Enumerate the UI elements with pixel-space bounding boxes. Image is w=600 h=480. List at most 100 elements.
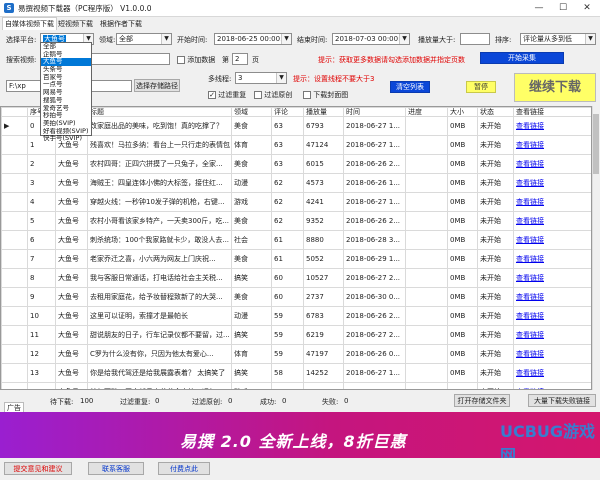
filter-orig-checkbox[interactable]: 过滤原创 [254, 90, 292, 100]
scrollbar-thumb[interactable] [593, 114, 599, 174]
table-cell: 0MB [447, 325, 478, 345]
dropdown-option[interactable]: 爱奇艺号 [41, 105, 91, 113]
table-row[interactable]: 4 大鱼号 穿越火线：一秒钟10发子弹的机枪，右键... 游戏 62 4241 2018-0… [1, 192, 591, 212]
table-row[interactable]: 10 大鱼号 这里可以证明，索撞才是最帕长 动漫 59 6783 2018-06-26 2.… [1, 306, 591, 326]
filter-dup-checkbox[interactable]: ✓ 过滤重复 [208, 90, 246, 100]
table-row[interactable]: 11 大鱼号 甜说朋友的日子，行车记录仪都不要留，过... 搞笑 59 6219 2018-… [1, 325, 591, 345]
view-link[interactable]: 查看链接 [513, 287, 591, 307]
table-cell: 0MB [447, 268, 478, 288]
table-cell: 未开始 [477, 230, 514, 250]
threads-select[interactable]: 3 ▼ [235, 72, 287, 84]
plays-input[interactable] [460, 33, 490, 45]
table-row[interactable]: 12 大鱼号 C罗为什么没有你，只因为他太有爱心... 体育 59 47197 2018-0… [1, 344, 591, 364]
domain-select[interactable]: 全部 ▼ [116, 33, 172, 45]
dropdown-option[interactable]: 网易号 [41, 89, 91, 97]
dropdown-option[interactable]: 好看视频(SVIP) [41, 128, 91, 136]
column-header[interactable]: 播放量 [303, 107, 344, 117]
column-header[interactable]: 时间 [343, 107, 406, 117]
view-link[interactable]: 查看链接 [513, 211, 591, 231]
start-time-picker[interactable]: 2018-06-25 00:00:00 ▼ [214, 33, 292, 45]
view-link[interactable]: 查看链接 [513, 306, 591, 326]
page-stepper[interactable]: 2 [232, 53, 248, 65]
dropdown-option[interactable]: 大鱼号 [41, 58, 91, 67]
view-link[interactable]: 查看链接 [513, 116, 591, 136]
resume-download-button[interactable]: 继续下载 [514, 73, 596, 102]
column-header[interactable]: 查看链接 [513, 107, 591, 117]
view-link[interactable]: 查看链接 [513, 135, 591, 155]
pause-button[interactable]: 暂停 [466, 81, 496, 93]
column-header[interactable] [1, 107, 28, 117]
dropdown-option[interactable]: 全部 [41, 43, 91, 51]
table-cell: C罗为什么没有你，只因为他太有爱心... [87, 344, 232, 364]
dropdown-option[interactable]: 美拍(SVIP) [41, 120, 91, 128]
tab-author-download[interactable]: 根据作者下载 [98, 18, 144, 30]
collect-tip: 提示：获取更多数据请勾选添加数据并指定页数 [318, 56, 465, 64]
table-cell [405, 154, 448, 174]
table-cell: 63 [271, 154, 304, 174]
tab-media-video[interactable]: 自媒体视频下载 [2, 17, 57, 30]
view-link[interactable]: 查看链接 [513, 154, 591, 174]
column-header[interactable]: 进度 [405, 107, 448, 117]
close-button[interactable]: ✕ [576, 1, 598, 16]
view-link[interactable]: 查看链接 [513, 230, 591, 250]
table-row[interactable]: 3 大鱼号 海贼王：四皇连体小佛的大标签，接住红... 动漫 62 4573 2018-06… [1, 173, 591, 193]
end-time-picker[interactable]: 2018-07-03 00:00:00 ▼ [332, 33, 410, 45]
dropdown-option[interactable]: 搜狐号 [41, 97, 91, 105]
table-row[interactable]: 2 大鱼号 农村四哥：正四穴拼摸了一只兔子，全家... 美食 63 6015 2018-06… [1, 154, 591, 174]
column-header[interactable]: 标题 [87, 107, 232, 117]
table-cell: 2018-06-29 1... [343, 249, 406, 269]
table-cell: 0MB [447, 230, 478, 250]
column-header[interactable]: 评论 [271, 107, 304, 117]
start-collect-button[interactable]: 开始采集 [480, 52, 564, 64]
view-link[interactable]: 查看链接 [513, 192, 591, 212]
tab-short-video[interactable]: 短视频下载 [56, 18, 95, 30]
table-cell: 6 [27, 230, 56, 250]
open-folder-button[interactable]: 打开存储文件夹 [454, 394, 510, 407]
table-cell: 刺杀统场：100个我家路就卡少，敢没人去... [87, 230, 232, 250]
table-row[interactable]: 8 大鱼号 我与客服日常通话，打电话给社会主关税... 搞笑 60 10527 2018-0… [1, 268, 591, 288]
pay-button[interactable]: 付费点此 [158, 462, 210, 475]
view-link[interactable]: 查看链接 [513, 173, 591, 193]
table-cell: 大鱼号 [55, 230, 88, 250]
dropdown-option[interactable]: 秒拍号 [41, 112, 91, 120]
minimize-button[interactable]: — [528, 1, 550, 16]
table-cell: 11 [27, 325, 56, 345]
table-row[interactable]: 14大鱼号梦幻西游：买个新号来养养金宝箱，运气...游戏5722742018-0… [1, 382, 591, 389]
table-cell [405, 363, 448, 383]
dropdown-option[interactable]: 百家号 [41, 74, 91, 82]
view-link[interactable]: 查看链接 [513, 382, 591, 389]
view-link[interactable]: 查看链接 [513, 344, 591, 364]
download-cover-checkbox[interactable]: 下载封面图 [303, 90, 348, 100]
view-link[interactable]: 查看链接 [513, 363, 591, 383]
column-header[interactable]: 领域 [231, 107, 272, 117]
table-row[interactable]: 9 大鱼号 去租用家庭花，给予妆替程致新了的大哭... 美食 60 2737 2018-06… [1, 287, 591, 307]
dropdown-option[interactable]: 一点号 [41, 81, 91, 89]
feedback-button[interactable]: 提交意见和建议 [4, 462, 72, 475]
dropdown-option[interactable]: 企鹅号 [41, 51, 91, 59]
table-row[interactable]: 13 大鱼号 你是给我代驾还是给我展露表着？ 太搞笑了 搞笑 58 14252 2018-0… [1, 363, 591, 383]
table-row[interactable]: 7 大鱼号 老家乔迁之喜，小六两为网友上门庆祝... 美食 61 5052 2018-06-… [1, 249, 591, 269]
column-header[interactable]: 状态 [477, 107, 514, 117]
view-link[interactable]: 查看链接 [513, 268, 591, 288]
sort-select[interactable]: 评论量从多到低 ▼ [520, 33, 596, 45]
table-cell: 0MB [447, 154, 478, 174]
dropdown-option[interactable]: 头条号 [41, 66, 91, 74]
checked-icon: ✓ [208, 91, 216, 99]
table-cell: 4241 [303, 192, 344, 212]
table-cell: 3 [27, 173, 56, 193]
maximize-button[interactable]: ☐ [552, 1, 574, 16]
batch-export-button[interactable]: 大量下载失败链接 [528, 394, 596, 407]
table-cell: 5052 [303, 249, 344, 269]
success-count: 0 [282, 397, 287, 405]
contact-support-button[interactable]: 联系客服 [88, 462, 144, 475]
table-cell: 改家庭出品的美味，吃到饱！真的吃撑了？ [87, 116, 232, 136]
add-data-checkbox[interactable]: 添加数据 [177, 55, 215, 65]
view-link[interactable]: 查看链接 [513, 249, 591, 269]
table-row[interactable]: 6 大鱼号 刺杀统场：100个我家路就卡少，敢没人去... 社会 61 8880 2018-… [1, 230, 591, 250]
column-header[interactable]: 大小 [447, 107, 478, 117]
view-link[interactable]: 查看链接 [513, 325, 591, 345]
dropdown-option[interactable]: 快手号(SVIP) [41, 135, 91, 143]
choose-path-button[interactable]: 选择存储路径 [134, 79, 180, 92]
table-row[interactable]: 5 大鱼号 农村小哥看该家乡特产，一天卖300斤，吃... 美食 62 9352 2018-… [1, 211, 591, 231]
clear-list-button[interactable]: 清空列表 [390, 81, 430, 93]
